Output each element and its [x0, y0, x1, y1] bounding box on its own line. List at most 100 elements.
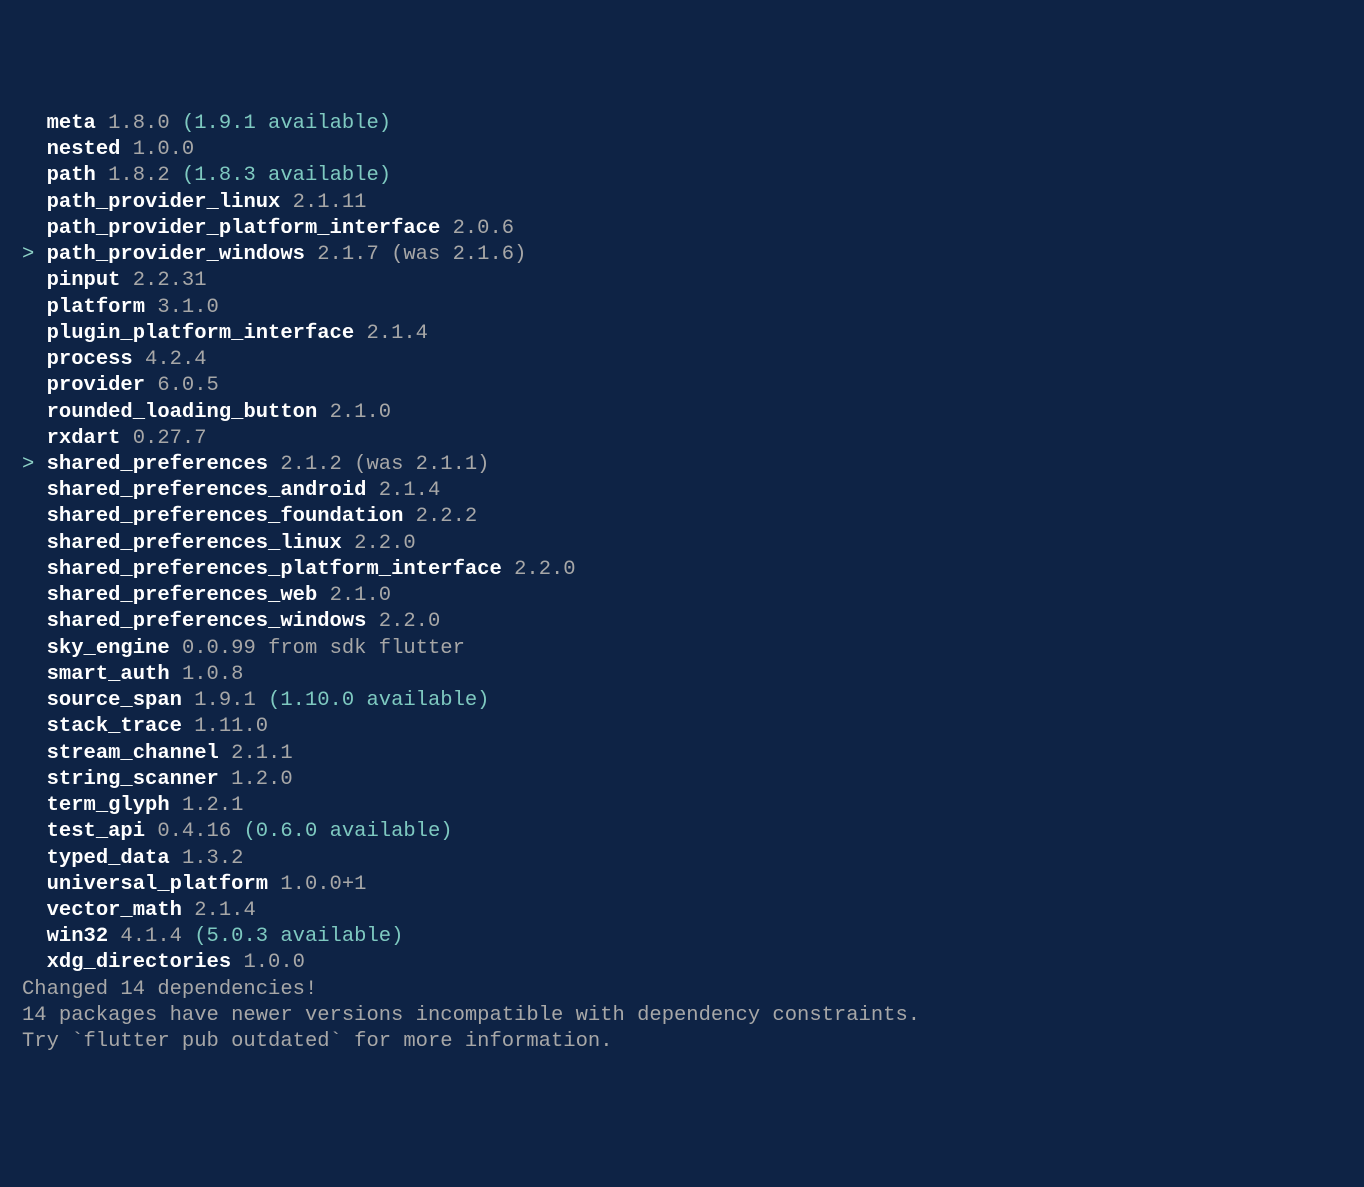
package-line: process 4.2.4 [0, 347, 1364, 373]
package-version: 1.9.1 [182, 689, 256, 712]
constraint-warning: 14 packages have newer versions incompat… [0, 1003, 1364, 1029]
package-name: pinput [47, 269, 121, 292]
package-available: (1.8.3 available) [170, 164, 391, 187]
package-version: 2.2.0 [366, 610, 440, 633]
package-line: shared_preferences_foundation 2.2.2 [0, 504, 1364, 530]
package-name: shared_preferences_platform_interface [47, 558, 502, 581]
package-line: test_api 0.4.16 (0.6.0 available) [0, 819, 1364, 845]
line-prefix [22, 663, 47, 686]
package-line: path 1.8.2 (1.8.3 available) [0, 163, 1364, 189]
line-prefix [22, 427, 47, 450]
package-version: 2.1.11 [280, 191, 366, 214]
line-prefix [22, 322, 47, 345]
package-name: xdg_directories [47, 951, 232, 974]
package-line: platform 3.1.0 [0, 295, 1364, 321]
package-version: 4.1.4 [108, 925, 182, 948]
package-line: path_provider_linux 2.1.11 [0, 190, 1364, 216]
package-line: meta 1.8.0 (1.9.1 available) [0, 111, 1364, 137]
line-prefix [22, 401, 47, 424]
package-version: 1.2.0 [219, 768, 293, 791]
package-line: vector_math 2.1.4 [0, 898, 1364, 924]
package-line: universal_platform 1.0.0+1 [0, 872, 1364, 898]
package-line: xdg_directories 1.0.0 [0, 950, 1364, 976]
package-version: 1.0.0+1 [268, 873, 366, 896]
package-line: plugin_platform_interface 2.1.4 [0, 321, 1364, 347]
line-prefix [22, 794, 47, 817]
package-name: universal_platform [47, 873, 268, 896]
package-version: 1.3.2 [170, 847, 244, 870]
package-was: (was 2.1.1) [342, 453, 490, 476]
package-name: shared_preferences_android [47, 479, 367, 502]
package-version: 0.27.7 [120, 427, 206, 450]
package-was: (was 2.1.6) [379, 243, 527, 266]
line-prefix [22, 217, 47, 240]
line-prefix [22, 925, 47, 948]
package-name: shared_preferences_web [47, 584, 318, 607]
package-available: (1.9.1 available) [170, 112, 391, 135]
package-version: 2.2.0 [502, 558, 576, 581]
package-version: 2.1.4 [366, 479, 440, 502]
line-prefix [22, 348, 47, 371]
package-line: win32 4.1.4 (5.0.3 available) [0, 924, 1364, 950]
package-line: shared_preferences_linux 2.2.0 [0, 531, 1364, 557]
package-available: (1.10.0 available) [256, 689, 490, 712]
package-version: 2.1.7 [305, 243, 379, 266]
package-version: 3.1.0 [145, 296, 219, 319]
package-name: smart_auth [47, 663, 170, 686]
package-name: path_provider_linux [47, 191, 281, 214]
line-prefix [22, 296, 47, 319]
package-name: rxdart [47, 427, 121, 450]
line-prefix [22, 742, 47, 765]
package-name: provider [47, 374, 145, 397]
package-from: from sdk flutter [256, 637, 465, 660]
package-version: 2.1.0 [317, 401, 391, 424]
changed-count: Changed 14 dependencies! [0, 977, 1364, 1003]
line-prefix [22, 951, 47, 974]
package-name: string_scanner [47, 768, 219, 791]
package-name: typed_data [47, 847, 170, 870]
line-prefix [22, 637, 47, 660]
package-name: shared_preferences_linux [47, 532, 342, 555]
package-version: 4.2.4 [133, 348, 207, 371]
line-prefix [22, 164, 47, 187]
package-name: nested [47, 138, 121, 161]
package-name: meta [47, 112, 96, 135]
package-line: string_scanner 1.2.0 [0, 767, 1364, 793]
package-name: term_glyph [47, 794, 170, 817]
package-version: 2.0.6 [440, 217, 514, 240]
package-line: rounded_loading_button 2.1.0 [0, 400, 1364, 426]
package-version: 1.11.0 [182, 715, 268, 738]
package-version: 2.1.4 [354, 322, 428, 345]
package-line: smart_auth 1.0.8 [0, 662, 1364, 688]
package-name: shared_preferences_foundation [47, 505, 404, 528]
package-version: 1.8.0 [96, 112, 170, 135]
line-prefix [22, 847, 47, 870]
line-prefix [22, 112, 47, 135]
line-prefix: > [22, 243, 47, 266]
package-version: 6.0.5 [145, 374, 219, 397]
package-name: path_provider_platform_interface [47, 217, 441, 240]
package-line: rxdart 0.27.7 [0, 426, 1364, 452]
package-line: stream_channel 2.1.1 [0, 741, 1364, 767]
package-name: stream_channel [47, 742, 219, 765]
package-version: 0.0.99 [170, 637, 256, 660]
package-line: stack_trace 1.11.0 [0, 714, 1364, 740]
package-line: term_glyph 1.2.1 [0, 793, 1364, 819]
package-line: provider 6.0.5 [0, 373, 1364, 399]
line-prefix [22, 479, 47, 502]
line-prefix [22, 873, 47, 896]
package-version: 2.1.1 [219, 742, 293, 765]
line-prefix [22, 715, 47, 738]
line-prefix [22, 899, 47, 922]
package-line: typed_data 1.3.2 [0, 846, 1364, 872]
package-version: 1.0.0 [231, 951, 305, 974]
package-version: 1.0.0 [120, 138, 194, 161]
line-prefix [22, 374, 47, 397]
package-name: path_provider_windows [47, 243, 305, 266]
package-line: path_provider_platform_interface 2.0.6 [0, 216, 1364, 242]
package-name: shared_preferences_windows [47, 610, 367, 633]
package-version: 2.2.0 [342, 532, 416, 555]
line-prefix [22, 505, 47, 528]
package-line: source_span 1.9.1 (1.10.0 available) [0, 688, 1364, 714]
package-name: stack_trace [47, 715, 182, 738]
